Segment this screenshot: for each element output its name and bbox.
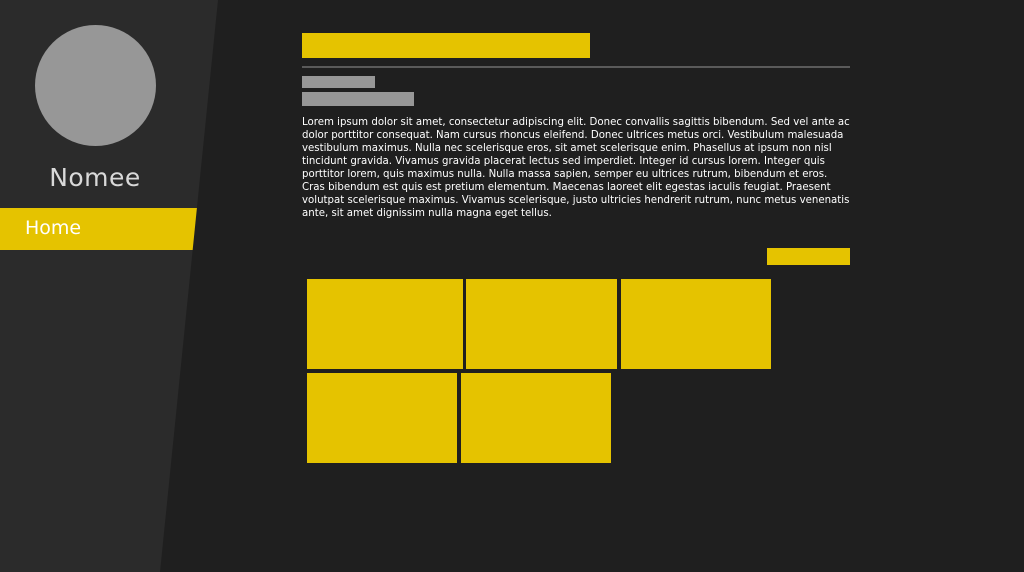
body-paragraph: Lorem ipsum dolor sit amet, consectetur … bbox=[302, 117, 850, 219]
gallery-tile[interactable] bbox=[621, 279, 771, 369]
gallery-tile[interactable] bbox=[307, 279, 463, 369]
page-title-placeholder bbox=[302, 33, 590, 58]
sidebar: Nomee Home bbox=[0, 0, 218, 572]
title-divider bbox=[302, 66, 850, 68]
meta-placeholder-short bbox=[302, 76, 375, 88]
page: Nomee Home Lorem ipsum dolor sit amet, c… bbox=[0, 0, 1024, 572]
gallery-tile[interactable] bbox=[307, 373, 457, 463]
gallery-tile[interactable] bbox=[461, 373, 611, 463]
action-button-placeholder[interactable] bbox=[767, 248, 850, 265]
gallery-tile[interactable] bbox=[466, 279, 617, 369]
sidebar-profile-name: Nomee bbox=[49, 163, 141, 192]
meta-placeholder-long bbox=[302, 92, 414, 106]
avatar bbox=[35, 25, 156, 146]
sidebar-item-label: Home bbox=[25, 217, 82, 239]
sidebar-item-home[interactable]: Home bbox=[0, 208, 215, 250]
